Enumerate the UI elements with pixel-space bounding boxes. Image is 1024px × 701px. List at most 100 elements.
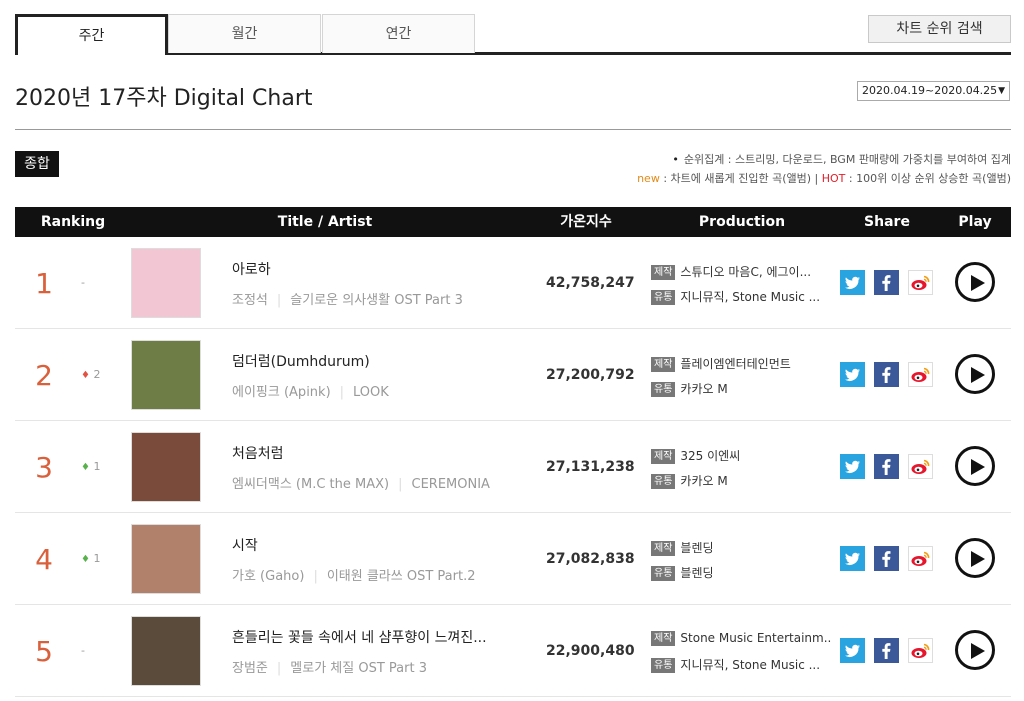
- song-title[interactable]: 흔들리는 꽃들 속에서 네 샴푸향이 느껴진...: [232, 627, 487, 647]
- album-name[interactable]: 슬기로운 의사생활 OST Part 3: [290, 293, 463, 308]
- album-cover[interactable]: [131, 524, 201, 594]
- table-row: 1 - 아로하 조정석 | 슬기로운 의사생활 OST Part 3 42,758,…: [15, 237, 1011, 329]
- weibo-icon[interactable]: [908, 454, 933, 479]
- twitter-icon[interactable]: [840, 454, 865, 479]
- album-cover[interactable]: [131, 248, 201, 318]
- gaon-index: 27,131,238: [546, 459, 635, 475]
- song-title[interactable]: 처음처럼: [232, 443, 284, 463]
- play-icon[interactable]: [955, 354, 995, 394]
- page-title: 2020년 17주차 Digital Chart: [15, 86, 313, 111]
- artist-name[interactable]: 엠씨더맥스 (M.C the MAX): [232, 477, 389, 492]
- song-title[interactable]: 덤더럼(Dumhdurum): [232, 351, 370, 371]
- rank-change: -: [81, 644, 85, 657]
- distribute-tag: 유통: [651, 382, 676, 397]
- artist-name[interactable]: 조정석: [232, 293, 268, 308]
- distributor: 유통 카카오 M: [651, 472, 831, 489]
- producer: 제작 Stone Music Entertainm...: [651, 631, 831, 646]
- weibo-icon[interactable]: [908, 270, 933, 295]
- new-desc: : 차트에 새롭게 진입한 곡(앨범) |: [659, 172, 822, 185]
- producer: 제작 325 이엔씨: [651, 447, 831, 464]
- producer-name: 블렌딩: [680, 541, 714, 555]
- col-play: Play: [958, 214, 992, 230]
- song-title[interactable]: 아로하: [232, 259, 271, 279]
- notes-aggregation: 순위집계 : 스트리밍, 다운로드, BGM 판매량에 가중치를 부여하여 집계: [683, 153, 1011, 166]
- chart-search-button[interactable]: 차트 순위 검색: [868, 15, 1011, 43]
- col-production: Production: [698, 214, 786, 230]
- table-header: Ranking Title / Artist 가온지수 Production S…: [15, 207, 1011, 237]
- album-cover[interactable]: [131, 616, 201, 686]
- distributor: 유통 지니뮤직, Stone Music ...: [651, 656, 831, 673]
- weibo-icon[interactable]: [908, 362, 933, 387]
- weibo-icon[interactable]: [908, 546, 933, 571]
- rank-up-icon: ♦: [81, 370, 90, 381]
- gaon-index: 42,758,247: [546, 275, 635, 291]
- distributor: 유통 지니뮤직, Stone Music ...: [651, 288, 831, 305]
- rank-number: 4: [35, 543, 53, 576]
- table-row: 5 - 흔들리는 꽃들 속에서 네 샴푸향이 느껴진... 장범준 | 멜로가 체질…: [15, 605, 1011, 697]
- distributor-name: 지니뮤직, Stone Music ...: [680, 290, 821, 304]
- play-icon[interactable]: [955, 262, 995, 302]
- rank-number: 1: [35, 267, 53, 300]
- produce-tag: 제작: [651, 631, 676, 646]
- table-row: 4 ♦ 1 시작 가호 (Gaho) | 이태원 클라쓰 OST Part.2 27…: [15, 513, 1011, 605]
- notes-line-2: new : 차트에 새롭게 진입한 곡(앨범) | HOT : 100위 이상 …: [637, 169, 1011, 188]
- twitter-icon[interactable]: [840, 362, 865, 387]
- rank-change: ♦ 1: [81, 460, 100, 473]
- artist-album: 가호 (Gaho) | 이태원 클라쓰 OST Part.2: [232, 565, 475, 584]
- week-select[interactable]: 2020.04.19~2020.04.25 ▼: [857, 81, 1010, 101]
- album-cover[interactable]: [131, 432, 201, 502]
- album-cover[interactable]: [131, 340, 201, 410]
- album-name[interactable]: CEREMONIA: [412, 477, 490, 492]
- week-select-value: 2020.04.19~2020.04.25: [862, 84, 998, 97]
- rank-number: 3: [35, 451, 53, 484]
- produce-tag: 제작: [651, 541, 676, 556]
- distributor-name: 카카오 M: [680, 382, 728, 396]
- rank-change-value: -: [81, 276, 85, 289]
- hot-desc: : 100위 이상 순위 상승한 곡(앨범): [845, 172, 1011, 185]
- artist-name[interactable]: 가호 (Gaho): [232, 569, 304, 584]
- distribute-tag: 유통: [651, 290, 676, 305]
- artist-name[interactable]: 장범준: [232, 661, 268, 676]
- play-icon[interactable]: [955, 538, 995, 578]
- twitter-icon[interactable]: [840, 638, 865, 663]
- distribute-tag: 유통: [651, 566, 676, 581]
- facebook-icon[interactable]: [874, 638, 899, 663]
- chart-notes: • 순위집계 : 스트리밍, 다운로드, BGM 판매량에 가중치를 부여하여 집…: [637, 150, 1011, 188]
- producer: 제작 스튜디오 마음C, 에그이...: [651, 263, 831, 280]
- col-ranking: Ranking: [40, 214, 106, 230]
- distributor: 유통 카카오 M: [651, 380, 831, 397]
- period-tabs: 주간 월간 연간 차트 순위 검색: [15, 14, 1011, 55]
- facebook-icon[interactable]: [874, 454, 899, 479]
- produce-tag: 제작: [651, 449, 676, 464]
- produce-tag: 제작: [651, 265, 676, 280]
- tab-weekly[interactable]: 주간: [15, 14, 168, 55]
- facebook-icon[interactable]: [874, 362, 899, 387]
- play-icon[interactable]: [955, 630, 995, 670]
- artist-album: 에이핑크 (Apink) | LOOK: [232, 381, 389, 400]
- hot-label: HOT: [821, 172, 846, 185]
- distributor-name: 블렌딩: [680, 566, 714, 580]
- album-name[interactable]: 이태원 클라쓰 OST Part.2: [327, 569, 476, 584]
- col-title-artist: Title / Artist: [277, 214, 373, 230]
- col-count: 가온지수: [560, 214, 612, 230]
- twitter-icon[interactable]: [840, 546, 865, 571]
- artist-name[interactable]: 에이핑크 (Apink): [232, 385, 331, 400]
- facebook-icon[interactable]: [874, 546, 899, 571]
- tab-monthly[interactable]: 월간: [168, 14, 321, 53]
- song-title[interactable]: 시작: [232, 535, 258, 555]
- play-icon[interactable]: [955, 446, 995, 486]
- album-name[interactable]: 멜로가 체질 OST Part 3: [290, 661, 427, 676]
- producer-name: 스튜디오 마음C, 에그이...: [680, 265, 812, 279]
- tab-yearly[interactable]: 연간: [322, 14, 475, 53]
- album-name[interactable]: LOOK: [353, 385, 389, 400]
- twitter-icon[interactable]: [840, 270, 865, 295]
- rank-change: ♦ 2: [81, 368, 100, 381]
- rank-change: -: [81, 276, 85, 289]
- table-row: 3 ♦ 1 처음처럼 엠씨더맥스 (M.C the MAX) | CEREMONIA…: [15, 421, 1011, 513]
- artist-album: 조정석 | 슬기로운 의사생활 OST Part 3: [232, 289, 463, 308]
- facebook-icon[interactable]: [874, 270, 899, 295]
- weibo-icon[interactable]: [908, 638, 933, 663]
- producer: 제작 블렌딩: [651, 539, 831, 556]
- separator: |: [339, 385, 345, 400]
- produce-tag: 제작: [651, 357, 676, 372]
